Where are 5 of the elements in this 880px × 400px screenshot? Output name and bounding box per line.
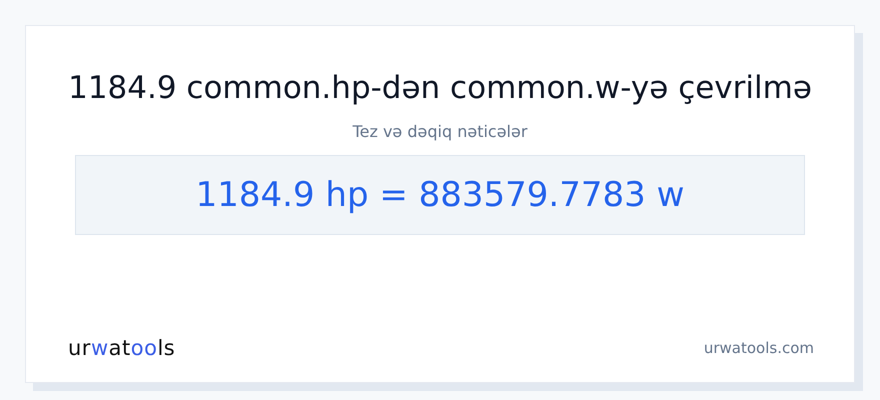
logo: urwatools xyxy=(68,336,176,360)
page-title: 1184.9 common.hp-dən common.w-yə çevrilmə xyxy=(68,70,812,106)
subtitle: Tez və dəqiq nəticələr xyxy=(352,122,528,141)
site-address: urwatools.com xyxy=(704,339,814,357)
conversion-result: 1184.9 hp = 883579.7783 w xyxy=(196,175,684,215)
